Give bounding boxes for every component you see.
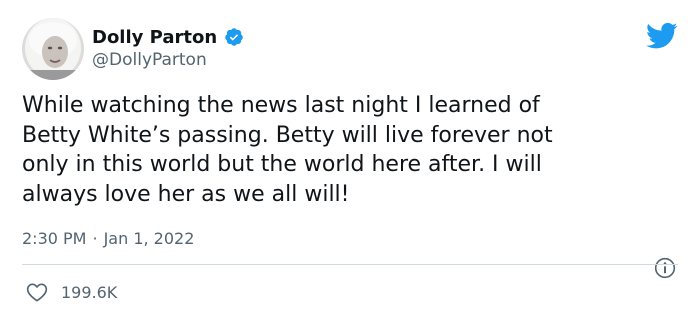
verified-badge-icon [224, 27, 244, 47]
author-name-row: Dolly Parton [92, 24, 244, 50]
info-icon[interactable] [654, 257, 676, 279]
tweet-timestamp[interactable]: 2:30 PM · Jan 1, 2022 [22, 229, 194, 248]
tweet-card: Dolly Parton @DollyParton While watching… [0, 0, 700, 319]
avatar[interactable] [22, 18, 84, 80]
tweet-text: While watching the news last night I lea… [22, 93, 553, 207]
heart-icon [26, 283, 48, 302]
divider [22, 264, 678, 265]
like-count: 199.6K [61, 282, 118, 302]
portrait-avatar-image [22, 18, 84, 80]
tweet-time: 2:30 PM [22, 229, 87, 248]
tweet-date: Jan 1, 2022 [103, 229, 195, 248]
author-handle[interactable]: @DollyParton [92, 50, 207, 70]
author-display-name[interactable]: Dolly Parton [92, 27, 217, 48]
like-button[interactable]: 199.6K [26, 282, 117, 302]
timestamp-separator: · [92, 229, 98, 248]
twitter-bird-icon[interactable] [646, 22, 678, 50]
